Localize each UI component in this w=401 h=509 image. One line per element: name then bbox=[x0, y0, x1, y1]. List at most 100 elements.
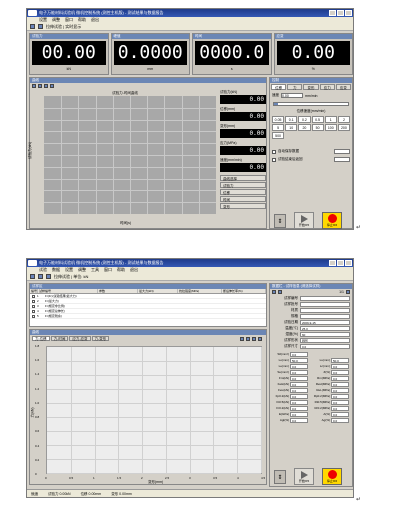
param-input-b[interactable]: 0.0 bbox=[331, 393, 349, 399]
up-down-button-2[interactable]: ⇕ bbox=[274, 470, 286, 484]
close-button-2[interactable] bbox=[345, 260, 352, 266]
param-input-a[interactable]: 0.0 bbox=[290, 411, 308, 417]
menu-item[interactable]: 退出 bbox=[91, 17, 99, 23]
curve-select-button[interactable]: 位移 bbox=[220, 189, 266, 195]
sample-column-header[interactable]: 断后伸长率(%) bbox=[222, 289, 266, 293]
reset-view-icon-2[interactable] bbox=[258, 337, 262, 341]
speed-input[interactable]: 0.00 bbox=[281, 93, 303, 98]
param-input-b[interactable]: 0.0 bbox=[331, 381, 349, 387]
curve-select-button[interactable]: 时间 bbox=[220, 196, 266, 202]
speed-preset-button[interactable]: 5 bbox=[272, 124, 285, 131]
sample-row-checkbox[interactable] bbox=[32, 305, 35, 308]
param-input-b[interactable]: 0.0 bbox=[331, 399, 349, 405]
info-field-input[interactable] bbox=[300, 307, 350, 313]
control-tab[interactable]: 位移 bbox=[271, 84, 287, 90]
auto-save-input[interactable] bbox=[334, 149, 350, 154]
speed-preset-button[interactable]: 200 bbox=[337, 124, 350, 131]
curve-select-button[interactable]: 试验力 bbox=[220, 182, 266, 188]
speed-preset-button[interactable]: 0.1 bbox=[285, 116, 298, 123]
save-icon-2[interactable] bbox=[46, 274, 51, 279]
new-icon[interactable] bbox=[30, 274, 35, 279]
zoom-in-icon[interactable] bbox=[32, 84, 36, 88]
info-field-input[interactable]: 25.0 bbox=[300, 325, 350, 331]
speed-preset-button[interactable]: 50 bbox=[311, 124, 324, 131]
param-input-a[interactable]: 0.0 bbox=[290, 351, 308, 357]
info-field-input[interactable]: 圆形 bbox=[300, 337, 350, 343]
menu-item-2[interactable]: 试验 bbox=[39, 267, 47, 273]
speed-preset-button[interactable]: 0.2 bbox=[298, 116, 311, 123]
param-input-a[interactable]: 0.0 bbox=[290, 399, 308, 405]
info-field-input[interactable]: 2009-9-15 bbox=[300, 319, 350, 325]
chart-tab[interactable]: 力-位移 bbox=[32, 336, 50, 341]
control-tab[interactable]: 力 bbox=[287, 84, 303, 90]
control-tab[interactable]: 应力 bbox=[319, 84, 335, 90]
maximize-button[interactable] bbox=[337, 10, 344, 16]
speed-preset-button[interactable]: 1 bbox=[324, 116, 337, 123]
sample-row-checkbox[interactable] bbox=[32, 295, 35, 298]
control-tab[interactable]: 应变 bbox=[335, 84, 352, 90]
save-icon[interactable] bbox=[38, 24, 43, 29]
speed-preset-button[interactable]: 100 bbox=[324, 124, 337, 131]
zoom-out-icon[interactable] bbox=[38, 84, 42, 88]
return-checkbox[interactable] bbox=[272, 157, 276, 162]
param-input-b[interactable]: 0.0 bbox=[331, 417, 349, 423]
stop-button-2[interactable]: 停止/F6 bbox=[322, 468, 342, 485]
zoom-in-icon-2[interactable] bbox=[240, 337, 244, 341]
pan-icon-2[interactable] bbox=[252, 337, 256, 341]
minimize-button-2[interactable] bbox=[329, 260, 336, 266]
curve-select-button[interactable]: 变形 bbox=[220, 203, 266, 209]
menu-item-2[interactable]: 窗口 bbox=[104, 267, 112, 273]
param-input-b[interactable]: 0.0 bbox=[331, 375, 349, 381]
speed-slider[interactable] bbox=[273, 102, 349, 106]
sample-row-checkbox[interactable] bbox=[32, 300, 35, 303]
maximize-button-2[interactable] bbox=[337, 260, 344, 266]
auto-save-checkbox[interactable] bbox=[272, 149, 276, 154]
info-field-input[interactable] bbox=[300, 301, 350, 307]
run-button-2[interactable]: 开始/F5 bbox=[294, 468, 314, 485]
stop-button[interactable]: 停止/F6 bbox=[322, 212, 342, 229]
speed-preset-button[interactable]: 500 bbox=[272, 132, 285, 139]
param-input-a[interactable]: 0.0 bbox=[290, 363, 308, 369]
curve-select-button[interactable]: 曲线选择 bbox=[220, 175, 266, 181]
control-tab[interactable]: 变形 bbox=[303, 84, 319, 90]
run-button[interactable]: 开始/F5 bbox=[294, 212, 314, 229]
param-input-b[interactable]: 50.0 bbox=[331, 357, 349, 363]
chart-tab[interactable]: 应力-应变 bbox=[69, 336, 91, 341]
menu-item-2[interactable]: 帮助 bbox=[117, 267, 125, 273]
param-input-a[interactable]: 0.0 bbox=[290, 369, 308, 375]
reset-view-icon[interactable] bbox=[50, 84, 54, 88]
info-field-input[interactable]: 60 bbox=[300, 331, 350, 337]
sample-column-header[interactable]: 试样编号 bbox=[38, 289, 98, 293]
minimize-button[interactable] bbox=[329, 10, 336, 16]
zoom-out-icon-2[interactable] bbox=[246, 337, 250, 341]
open-icon[interactable] bbox=[30, 24, 35, 29]
sample-column-header[interactable]: 编号 bbox=[30, 289, 38, 293]
info-field-input[interactable] bbox=[300, 295, 350, 301]
sample-column-header[interactable]: 抗拉强度(MPa) bbox=[178, 289, 222, 293]
prev-page-icon[interactable] bbox=[278, 290, 282, 294]
next-page-icon[interactable] bbox=[346, 290, 350, 294]
sample-row-checkbox[interactable] bbox=[32, 315, 35, 318]
param-input-a[interactable]: 0.0 bbox=[290, 381, 308, 387]
info-field-input[interactable] bbox=[300, 313, 350, 319]
info-field-input[interactable]: 0.0 bbox=[300, 343, 350, 349]
speed-preset-button[interactable]: 20 bbox=[298, 124, 311, 131]
close-button[interactable] bbox=[345, 10, 352, 16]
param-input-a[interactable]: 50.0 bbox=[290, 357, 308, 363]
menu-item-2[interactable]: 工具 bbox=[91, 267, 99, 273]
open-icon-2[interactable] bbox=[38, 274, 43, 279]
sample-column-header[interactable]: 最大力(kN) bbox=[138, 289, 178, 293]
menu-item-2[interactable]: 退出 bbox=[130, 267, 138, 273]
speed-preset-button[interactable]: 10 bbox=[285, 124, 298, 131]
param-input-a[interactable]: 0.0 bbox=[290, 405, 308, 411]
sample-row-checkbox[interactable] bbox=[32, 310, 35, 313]
chart-tab[interactable]: 力-时间 bbox=[50, 336, 69, 341]
speed-preset-button[interactable]: 2 bbox=[337, 116, 350, 123]
param-input-b[interactable]: 0.0 bbox=[331, 369, 349, 375]
return-input[interactable] bbox=[334, 157, 350, 162]
up-down-button[interactable]: ⇕ bbox=[274, 214, 286, 228]
sample-column-header[interactable]: 参数 bbox=[98, 289, 138, 293]
param-input-a[interactable]: 0.0 bbox=[290, 417, 308, 423]
chart-tab[interactable]: 力-变形 bbox=[91, 336, 110, 341]
pan-icon[interactable] bbox=[44, 84, 48, 88]
